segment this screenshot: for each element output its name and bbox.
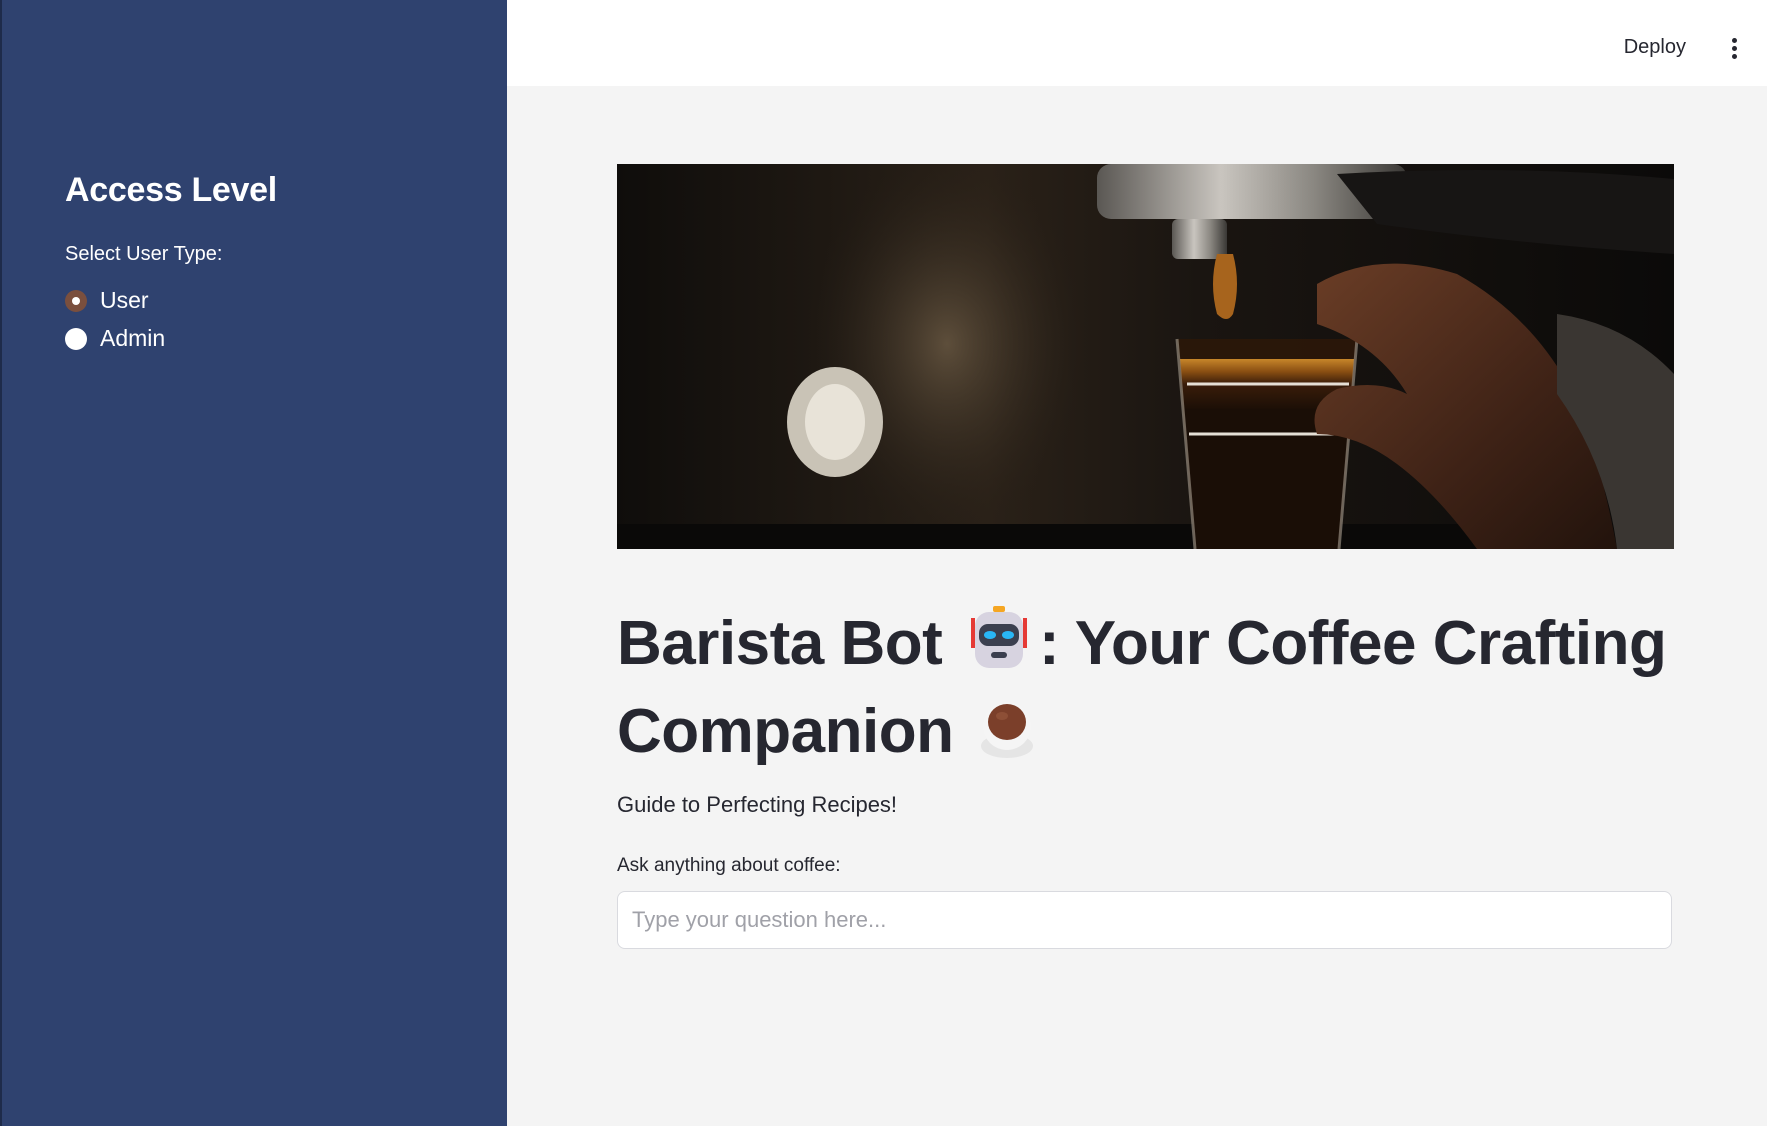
radio-option-label: User	[100, 287, 149, 313]
radio-option-admin[interactable]: Admin	[65, 325, 165, 352]
subtitle: Guide to Perfecting Recipes!	[617, 792, 898, 817]
more-vertical-icon[interactable]	[1730, 38, 1738, 62]
espresso-image	[617, 164, 1674, 549]
question-input[interactable]	[617, 891, 1672, 949]
top-header: Deploy	[507, 0, 1767, 86]
radio-unselected-icon[interactable]	[65, 327, 87, 350]
title-text-part1: Barista Bot	[617, 609, 943, 678]
deploy-button[interactable]: Deploy	[1624, 36, 1686, 59]
sidebar-title: Access Level	[65, 171, 277, 209]
user-type-label: Select User Type:	[65, 243, 223, 265]
radio-option-label: Admin	[100, 325, 166, 351]
app-root: Access Level Select User Type: User Admi…	[0, 0, 1767, 1126]
sidebar: Access Level Select User Type: User Admi…	[0, 0, 507, 1126]
question-input-label: Ask anything about coffee:	[617, 855, 841, 876]
radio-option-user[interactable]: User	[65, 287, 149, 314]
page-title: Barista Bot : Your Coffee Crafting Compa…	[617, 604, 1697, 780]
coffee-cup-icon	[978, 698, 1036, 780]
robot-icon	[967, 604, 1031, 692]
radio-selected-icon[interactable]	[65, 289, 87, 312]
hero-image	[617, 164, 1674, 549]
